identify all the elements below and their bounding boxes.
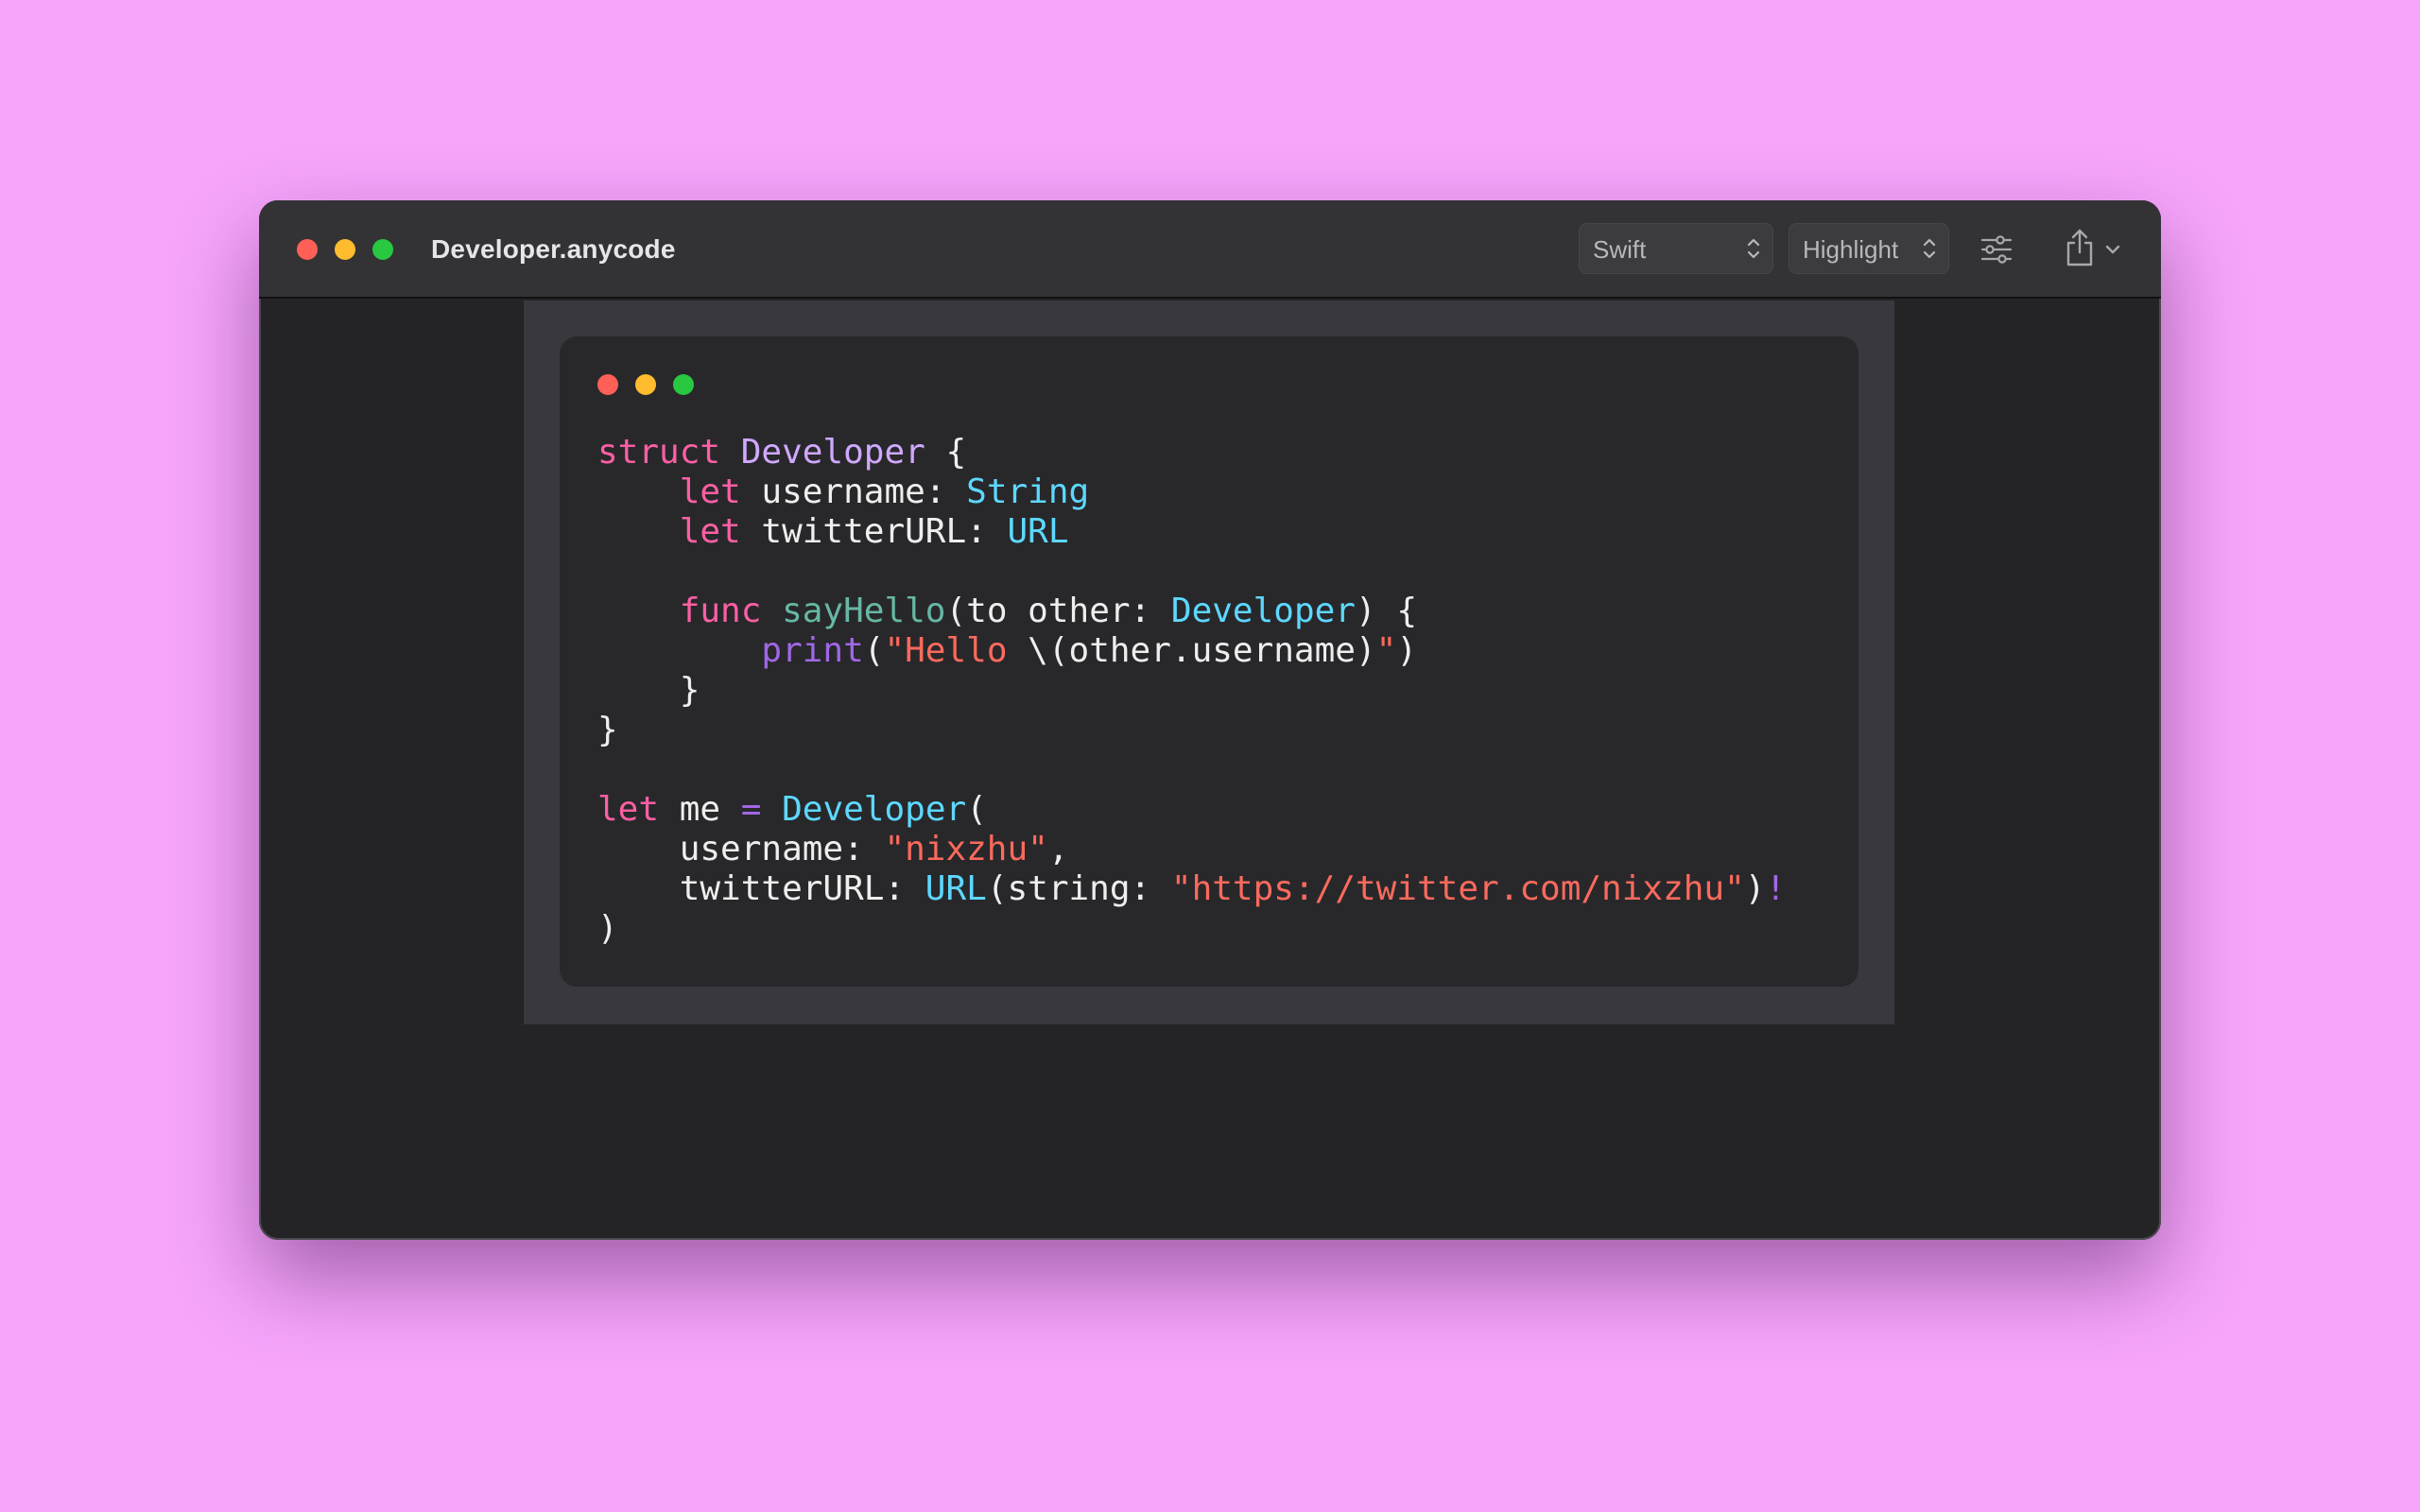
- code-token: "Hello: [884, 631, 1028, 670]
- code-token: !: [1765, 869, 1787, 908]
- code-line: let twitterURL: URL: [597, 512, 1069, 551]
- code-token: (string:: [986, 869, 1171, 908]
- code-line: }: [597, 671, 700, 710]
- code-line: twitterURL: URL(string: "https://twitter…: [597, 869, 1786, 908]
- code-token: (to other:: [945, 592, 1171, 630]
- code-token: URL: [1007, 512, 1069, 551]
- minimize-button[interactable]: [335, 239, 355, 260]
- card-green-dot: [673, 374, 694, 395]
- code-line: let me = Developer(: [597, 790, 987, 829]
- code-token: twitterURL:: [740, 512, 1008, 551]
- code-token: (: [863, 631, 885, 670]
- code-line: ): [597, 909, 618, 948]
- language-select[interactable]: Swift: [1579, 223, 1773, 274]
- code-token: twitterURL:: [597, 869, 925, 908]
- share-icon[interactable]: [2063, 227, 2097, 268]
- code-token: sayHello: [782, 592, 946, 630]
- title-bar: Developer.anycode Swift Highlight: [259, 200, 2161, 299]
- code-token: ": [1375, 631, 1397, 670]
- code-token: let: [679, 512, 741, 551]
- code-line: struct Developer {: [597, 433, 966, 472]
- code-token: username:: [740, 472, 967, 511]
- up-down-chevron-icon: [1747, 238, 1760, 259]
- code-card: struct Developer { let username: String …: [560, 336, 1858, 987]
- app-window: Developer.anycode Swift Highlight struct…: [259, 200, 2161, 1240]
- code-line: print("Hello \(other.username)"): [597, 631, 1417, 670]
- card-yellow-dot: [635, 374, 656, 395]
- code-token: ): [597, 909, 618, 948]
- mode-select-value: Highlight: [1803, 235, 1899, 264]
- code-token: ): [1396, 631, 1418, 670]
- code-token: {: [925, 433, 967, 472]
- code-token: ): [1744, 869, 1766, 908]
- code-token: me: [659, 790, 741, 829]
- code-token: Developer: [1170, 592, 1356, 630]
- code-token: }: [597, 711, 618, 749]
- code-token: ,: [1047, 830, 1069, 868]
- code-token: String: [966, 472, 1090, 511]
- zoom-button[interactable]: [372, 239, 393, 260]
- code-line: }: [597, 711, 618, 749]
- language-select-value: Swift: [1593, 235, 1647, 264]
- code-token: =: [740, 790, 762, 829]
- up-down-chevron-icon: [1923, 238, 1936, 259]
- code-token: \(other.username): [1028, 631, 1376, 670]
- code-token: }: [597, 671, 700, 710]
- code-line: let username: String: [597, 472, 1090, 511]
- code-token: struct: [597, 433, 721, 472]
- code-token: Developer: [740, 433, 925, 472]
- code-token: "https://twitter.com/nixzhu": [1170, 869, 1745, 908]
- window-title: Developer.anycode: [431, 234, 676, 264]
- code-token: Developer: [782, 790, 967, 829]
- code-block[interactable]: struct Developer { let username: String …: [597, 433, 1786, 949]
- code-line: username: "nixzhu",: [597, 830, 1069, 868]
- code-token: URL: [925, 869, 987, 908]
- code-token: "nixzhu": [884, 830, 1048, 868]
- card-red-dot: [597, 374, 618, 395]
- code-token: func: [679, 592, 762, 630]
- sliders-icon[interactable]: [1979, 232, 2014, 266]
- chevron-down-icon[interactable]: [2104, 244, 2121, 255]
- code-token: ) {: [1355, 592, 1418, 630]
- code-token: username:: [597, 830, 885, 868]
- code-token: let: [597, 790, 660, 829]
- close-button[interactable]: [297, 239, 318, 260]
- export-canvas: struct Developer { let username: String …: [524, 301, 1894, 1024]
- code-token: let: [679, 472, 741, 511]
- code-token: (: [966, 790, 987, 829]
- code-token: print: [761, 631, 864, 670]
- code-line: func sayHello(to other: Developer) {: [597, 592, 1417, 630]
- mode-select[interactable]: Highlight: [1789, 223, 1949, 274]
